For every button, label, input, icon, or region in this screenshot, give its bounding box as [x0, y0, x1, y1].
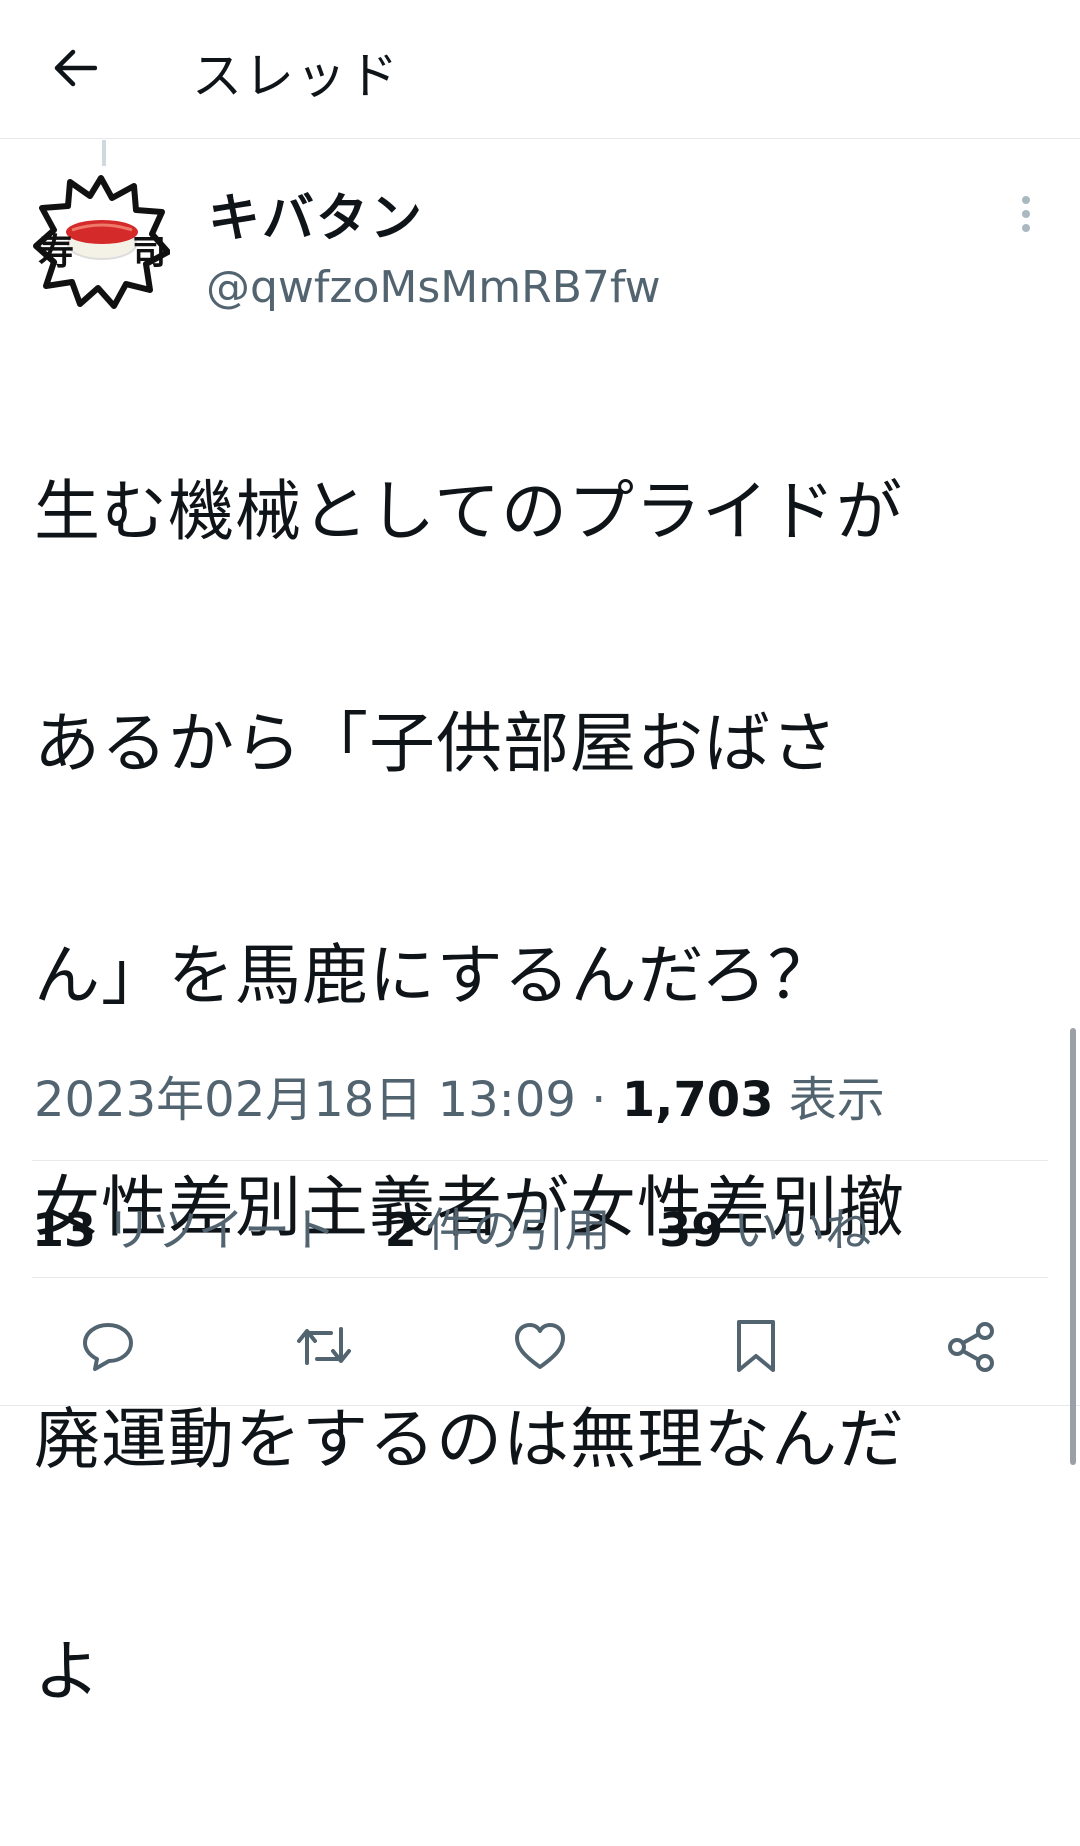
retweet-button[interactable] [292, 1314, 356, 1378]
author-handle[interactable]: @qwfzoMsMmRB7fw [206, 262, 661, 313]
thread-connector-line [102, 140, 106, 166]
tweet-line: 廃運動をするのは無理なんだ [34, 1401, 905, 1478]
back-button[interactable] [44, 38, 104, 98]
divider [0, 1405, 1080, 1406]
reply-icon [83, 1323, 133, 1371]
svg-text:寿: 寿 [38, 231, 74, 273]
likes-count: 39 [659, 1203, 724, 1257]
page-title: スレッド [192, 47, 400, 105]
more-vertical-icon [1022, 196, 1030, 232]
tweet-line: あるから「子供部屋おばさ [34, 705, 838, 782]
retweet-icon [297, 1327, 351, 1365]
likes-label: いいね [733, 1203, 872, 1257]
views-label: 表示 [788, 1072, 885, 1128]
likes-stat[interactable]: 39 いいね [659, 1203, 871, 1257]
bookmark-button[interactable] [724, 1314, 788, 1378]
reply-button[interactable] [76, 1314, 140, 1378]
top-bar: スレッド [0, 0, 1080, 139]
avatar[interactable]: 寿 司 [32, 172, 171, 310]
retweets-count: 13 [32, 1203, 97, 1257]
bookmark-icon [737, 1320, 775, 1372]
quotes-count: 2 [384, 1203, 417, 1257]
author-name[interactable]: キバタン [208, 176, 424, 251]
tweet-line: 生む機械としてのプライドが [34, 473, 904, 550]
retweets-label: リツイート [106, 1203, 337, 1257]
like-icon [515, 1323, 565, 1369]
divider [32, 1160, 1048, 1161]
retweets-stat[interactable]: 13 リツイート [32, 1203, 336, 1257]
tweet-meta: 2023年02月18日 13:09 · 1,703 表示 [34, 1060, 885, 1130]
share-icon [948, 1322, 994, 1372]
svg-text:司: 司 [132, 233, 166, 273]
divider [32, 1277, 1048, 1278]
timestamp[interactable]: 2023年02月18日 13:09 [34, 1072, 576, 1128]
arrow-left-icon [54, 49, 97, 87]
quotes-stat[interactable]: 2 件の引用 [385, 1203, 611, 1257]
scrollbar[interactable] [1070, 1028, 1076, 1465]
more-options-button[interactable] [1008, 192, 1044, 236]
like-button[interactable] [508, 1314, 572, 1378]
quotes-label: 件の引用 [426, 1203, 611, 1257]
tweet-stats: 13 リツイート 2 件の引用 39 いいね [32, 1194, 905, 1260]
tweet-line: よ [34, 1633, 101, 1710]
tweet-line: ん」を馬鹿にするんだろ？ [34, 937, 835, 1014]
share-button[interactable] [940, 1314, 1004, 1378]
action-bar [0, 1300, 1080, 1390]
views-count: 1,703 [621, 1072, 774, 1128]
meta-separator: · [591, 1072, 607, 1128]
